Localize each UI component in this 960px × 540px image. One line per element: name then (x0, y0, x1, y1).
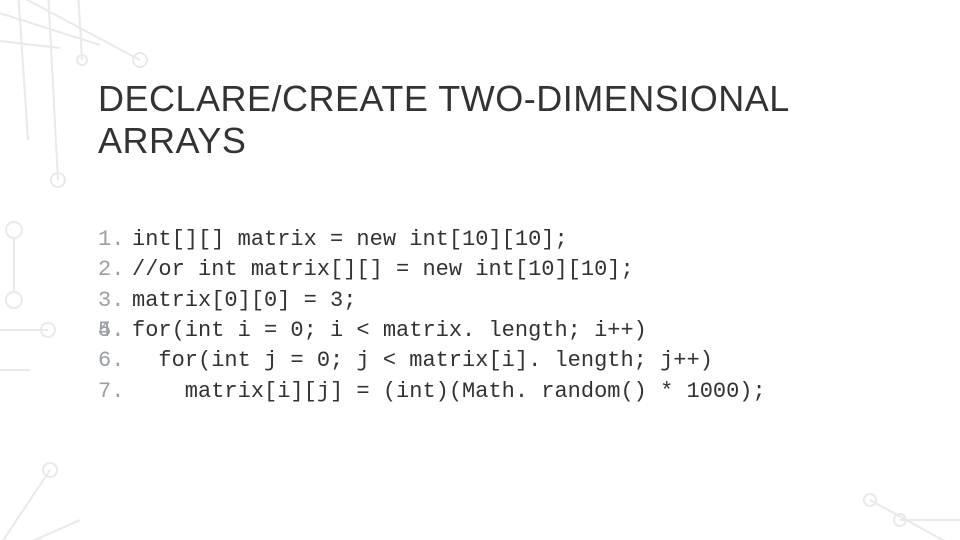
code-line: //or int matrix[][] = new int[10][10]; (98, 255, 920, 285)
page-title: DECLARE/CREATE TWO-DIMENSIONAL ARRAYS (98, 78, 920, 163)
code-line: int[][] matrix = new int[10][10]; (98, 225, 920, 255)
code-line: matrix[0][0] = 3; (98, 286, 920, 316)
code-line: for(int j = 0; j < matrix[i]. length; j+… (98, 346, 920, 376)
title-line-2: ARRAYS (98, 120, 246, 161)
code-line: for(int i = 0; i < matrix. length; i++) (98, 316, 920, 346)
title-line-1: DECLARE/CREATE TWO-DIMENSIONAL (98, 78, 790, 119)
code-block: int[][] matrix = new int[10][10]; //or i… (98, 225, 920, 407)
code-line: matrix[i][j] = (int)(Math. random() * 10… (98, 377, 920, 407)
